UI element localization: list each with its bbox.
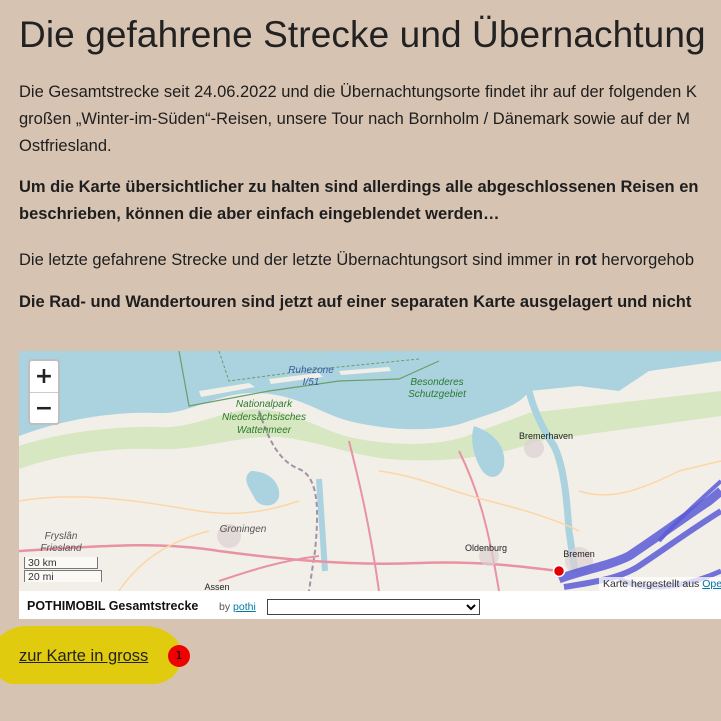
last-route-after: hervorgehob [596, 251, 695, 269]
label-ruhezone-num: I/51 [303, 377, 320, 388]
last-route-emph: rot [574, 251, 597, 269]
big-map-link[interactable]: zur Karte in gross [19, 647, 148, 666]
scale-bar: 30 km 20 mi [24, 557, 102, 583]
label-friesland: Friesland [40, 543, 82, 554]
label-bremerhaven: Bremerhaven [519, 431, 573, 441]
intro-line-3: Ostfriesland. [19, 137, 112, 155]
page-title: Die gefahrene Strecke und Übernachtung [19, 14, 706, 55]
attribution-text: Karte hergestellt aus [603, 578, 703, 590]
note-paragraph: Um die Karte übersichtlicher zu halten s… [19, 174, 698, 228]
map-author: by pothi [219, 601, 256, 613]
layer-select[interactable] [267, 599, 480, 615]
map-attribution: Karte hergestellt aus Ope [599, 577, 721, 591]
last-route-before: Die letzte gefahrene Strecke und der let… [19, 251, 575, 269]
label-np1: Nationalpark [236, 399, 293, 410]
intro-line-1: Die Gesamtstrecke seit 24.06.2022 und di… [19, 83, 697, 101]
note-line-1: Um die Karte übersichtlicher zu halten s… [19, 178, 699, 196]
map-tiles: Ruhezone I/51 Besonderes Schutzgebiet Na… [19, 351, 721, 591]
zoom-control: + − [28, 359, 60, 425]
route-map[interactable]: Ruhezone I/51 Besonderes Schutzgebiet Na… [19, 351, 721, 591]
zoom-out-button[interactable]: − [30, 392, 58, 424]
last-stop-marker [552, 564, 566, 578]
label-np3: Wattenmeer [237, 425, 292, 436]
label-bremen: Bremen [563, 549, 595, 559]
zoom-in-button[interactable]: + [30, 361, 58, 392]
label-besonderes: Besonderes [410, 377, 463, 388]
bike-note-paragraph: Die Rad- und Wandertouren sind jetzt auf… [19, 293, 692, 311]
label-assen: Assen [204, 582, 229, 591]
label-groningen: Groningen [220, 524, 267, 535]
label-schutzgebiet: Schutzgebiet [408, 389, 467, 400]
label-oldenburg: Oldenburg [465, 543, 507, 553]
intro-line-2: großen „Winter-im-Süden“-Reisen, unsere … [19, 110, 690, 128]
map-author-prefix: by [219, 601, 234, 613]
label-ruhezone: Ruhezone [288, 365, 334, 376]
label-fryslan: Fryslân [45, 531, 78, 542]
map-footer-bar: POTHIMOBIL Gesamtstrecke by pothi [19, 591, 721, 619]
last-route-paragraph: Die letzte gefahrene Strecke und der let… [19, 247, 694, 274]
map-name: POTHIMOBIL Gesamtstrecke [27, 599, 199, 613]
annotation-badge: 1 [168, 645, 190, 667]
scale-km: 30 km [24, 557, 98, 569]
note-line-2: beschrieben, können die aber einfach ein… [19, 205, 500, 223]
scale-mi: 20 mi [24, 570, 102, 583]
label-np2: Niedersächsisches [222, 412, 306, 423]
map-author-link[interactable]: pothi [233, 601, 256, 613]
attribution-link[interactable]: Ope [702, 578, 721, 590]
intro-paragraph: Die Gesamtstrecke seit 24.06.2022 und di… [19, 79, 697, 160]
